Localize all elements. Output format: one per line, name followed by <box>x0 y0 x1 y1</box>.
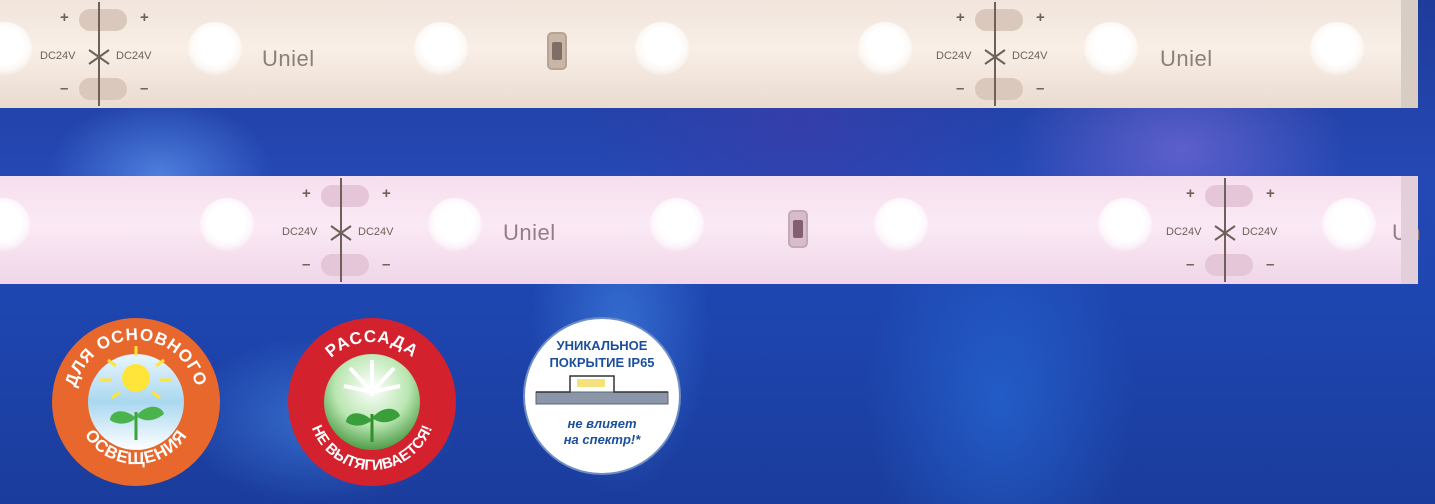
badge-seedlings: РАССАДА НЕ ВЫТЯГИВАЕТСЯ! <box>286 316 458 488</box>
led-chip <box>1310 22 1364 76</box>
coating-badge-graphic: УНИКАЛЬНОЕ ПОКРЫТИЕ IP65 не влияет на сп… <box>523 317 681 475</box>
scissors-icon <box>88 49 110 65</box>
voltage-label: DC24V <box>1242 226 1278 238</box>
seedlings-badge-graphic: РАССАДА НЕ ВЫТЯГИВАЕТСЯ! <box>288 318 456 486</box>
smd-resistor <box>547 32 567 70</box>
brand-label: Uniel <box>503 220 556 245</box>
solder-pad-minus <box>975 78 1023 100</box>
minus-sign: – <box>956 80 965 97</box>
minus-sign: – <box>60 80 69 97</box>
cut-mark: + + – – DC24V DC24V <box>24 0 174 108</box>
plus-sign: + <box>382 185 391 202</box>
badge-ip65-coating: УНИКАЛЬНОЕ ПОКРЫТИЕ IP65 не влияет на сп… <box>522 316 682 476</box>
solder-pad-minus <box>321 254 369 276</box>
cut-mark: + + – – DC24V DC24V <box>1150 176 1300 284</box>
led-chip <box>0 198 30 252</box>
smd-resistor <box>788 210 808 248</box>
plus-sign: + <box>1266 185 1275 202</box>
cut-mark: + + – – DC24V DC24V <box>266 176 416 284</box>
voltage-label: DC24V <box>1012 50 1048 62</box>
led-chip <box>200 198 254 252</box>
led-chip <box>650 198 704 252</box>
badge-line-3: не влияет <box>567 416 636 431</box>
badge-line-2: ПОКРЫТИЕ IP65 <box>549 355 654 370</box>
plus-sign: + <box>302 185 311 202</box>
solder-pad-minus <box>1205 254 1253 276</box>
voltage-label: DC24V <box>1166 226 1202 238</box>
voltage-label: DC24V <box>282 226 318 238</box>
strip-edge <box>1401 0 1418 108</box>
brand-label: Uniel <box>1160 46 1213 71</box>
badge-main-lighting: ДЛЯ ОСНОВНОГО ОСВЕЩЕНИЯ <box>50 316 222 488</box>
led-chip <box>414 22 468 76</box>
minus-sign: – <box>1036 80 1045 97</box>
cut-mark: + + – – DC24V DC24V <box>920 0 1070 108</box>
badge-line-1: УНИКАЛЬНОЕ <box>557 338 648 353</box>
minus-sign: – <box>140 80 149 97</box>
led-strip-2: + + – – DC24V DC24V Uniel + + – – DC24V … <box>0 176 1421 284</box>
scissors-icon <box>330 225 352 241</box>
led-chip <box>1098 198 1152 252</box>
voltage-label: DC24V <box>936 50 972 62</box>
led-chip <box>858 22 912 76</box>
brand-label: Uniel <box>262 46 315 71</box>
solder-pad-plus <box>79 9 127 31</box>
strip-edge <box>1401 176 1418 284</box>
voltage-label: DC24V <box>358 226 394 238</box>
plus-sign: + <box>1036 9 1045 26</box>
solder-pad-plus <box>1205 185 1253 207</box>
badge-line-4: на спектр!* <box>564 432 642 447</box>
minus-sign: – <box>1266 256 1275 273</box>
led-chip <box>188 22 242 76</box>
main-lighting-badge-graphic: ДЛЯ ОСНОВНОГО ОСВЕЩЕНИЯ <box>52 318 220 486</box>
solder-pad-plus <box>321 185 369 207</box>
plus-sign: + <box>1186 185 1195 202</box>
plus-sign: + <box>60 9 69 26</box>
solder-pad-minus <box>79 78 127 100</box>
led-chip <box>1084 22 1138 76</box>
minus-sign: – <box>1186 256 1195 273</box>
scissors-icon <box>1214 225 1236 241</box>
plus-sign: + <box>140 9 149 26</box>
led-chip <box>635 22 689 76</box>
minus-sign: – <box>382 256 391 273</box>
plus-sign: + <box>956 9 965 26</box>
led-strip-1: + + – – DC24V DC24V Uniel + + – – DC24V … <box>0 0 1418 108</box>
scissors-icon <box>984 49 1006 65</box>
minus-sign: – <box>302 256 311 273</box>
led-chip <box>428 198 482 252</box>
voltage-label: DC24V <box>116 50 152 62</box>
voltage-label: DC24V <box>40 50 76 62</box>
led-chip <box>1322 198 1376 252</box>
solder-pad-plus <box>975 9 1023 31</box>
led-chip <box>874 198 928 252</box>
